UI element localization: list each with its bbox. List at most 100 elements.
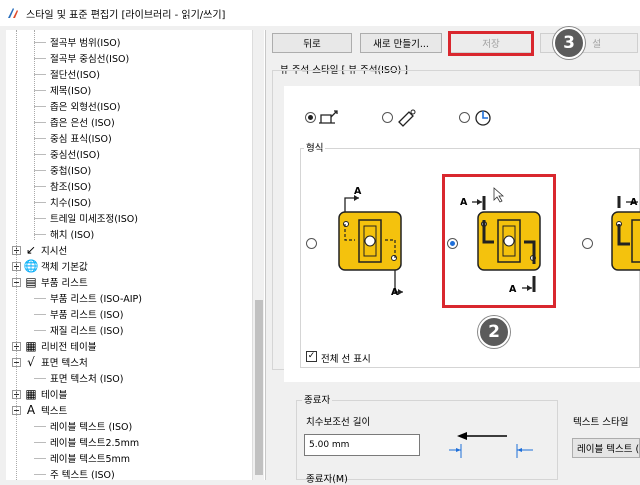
tree-item-label: 주 텍스트 (ISO)	[50, 470, 115, 480]
highlight-save	[448, 31, 534, 56]
tree-item[interactable]: 좁은 은선 (ISO)	[34, 114, 115, 130]
new-button[interactable]: 새로 만들기...	[360, 33, 442, 53]
tree-item[interactable]: A 텍스트	[12, 402, 67, 418]
tree-scrollbar-thumb[interactable]	[255, 300, 263, 475]
tree-leaf-connector	[34, 89, 46, 91]
cut-label-a-5: A	[630, 197, 638, 208]
tree-item-label: 표면 텍스처	[41, 358, 88, 369]
tree-leaf-connector	[34, 297, 46, 299]
tree-item-label: 재질 리스트 (ISO)	[50, 326, 124, 337]
surface-texture-icon: √	[27, 355, 35, 369]
highlight-format-option	[442, 174, 556, 308]
tree-item[interactable]: 중심선(ISO)	[34, 146, 100, 162]
tree-item-label: 객체 기본값	[41, 262, 88, 273]
tree-leaf-connector	[34, 425, 46, 427]
extension-line-preview-icon	[449, 432, 533, 458]
tree-item-label: 테이블	[41, 390, 68, 401]
tree-item[interactable]: √ 표면 텍스처	[12, 354, 88, 370]
tree-item[interactable]: 중심 표식(ISO)	[34, 130, 112, 146]
tree-leaf-connector	[34, 377, 46, 379]
tree-item-label: 중심선(ISO)	[50, 150, 100, 161]
tree-item-label: 부품 리스트 (ISO)	[50, 310, 124, 321]
tree-item-label: 치수(ISO)	[50, 198, 92, 209]
cut-label-a-2: A	[391, 287, 399, 298]
tree-item[interactable]: 좁은 외형선(ISO)	[34, 98, 120, 114]
tree-leaf-connector	[34, 153, 46, 155]
tree-leaf-connector	[34, 73, 46, 75]
tree-item-label: 부품 리스트	[41, 278, 88, 289]
tree-item[interactable]: 레이블 텍스트2.5mm	[34, 434, 139, 450]
tree-item[interactable]: ▦ 리비전 테이블	[12, 338, 96, 354]
tree-item-label: 레이블 텍스트 (ISO)	[50, 422, 133, 433]
tree-item-label: 표면 텍스처 (ISO)	[50, 374, 124, 385]
tree-item-label: 좁은 외형선(ISO)	[50, 102, 121, 113]
tree-item-label: 절곡부 중심선(ISO)	[50, 54, 130, 65]
tree-item-label: 리비전 테이블	[41, 342, 97, 353]
tree-leaf-connector	[34, 441, 46, 443]
tree-item[interactable]: 표면 텍스처 (ISO)	[34, 370, 123, 386]
tree-item[interactable]: 절단선(ISO)	[34, 66, 100, 82]
ext-line-length-input[interactable]: 5.00 mm	[304, 434, 420, 456]
radio-format-1[interactable]	[306, 238, 317, 249]
tree-item[interactable]: 중첩(ISO)	[34, 162, 91, 178]
tree-item[interactable]: 트레일 미세조정(ISO)	[34, 210, 138, 226]
ext-line-length-label: 치수보조선 길이	[306, 417, 371, 428]
tree-item-label: 트레일 미세조정(ISO)	[50, 214, 138, 225]
globe-icon: 🌐	[23, 259, 39, 273]
tree-item[interactable]: ▦ 테이블	[12, 386, 67, 402]
tree-leaf-connector	[34, 169, 46, 171]
text-style-dropdown[interactable]: 레이블 텍스트 (ISO)	[572, 438, 640, 458]
tree-item[interactable]: ↙ 지시선	[12, 242, 67, 258]
tree-item-label: 텍스트	[41, 406, 68, 417]
radio-format-3[interactable]	[582, 238, 593, 249]
tree-leaf-connector	[34, 121, 46, 123]
tree-leaf-connector	[34, 233, 46, 235]
tree-guide-line	[16, 30, 17, 480]
format-option-1-diagram	[338, 195, 403, 295]
style-tree[interactable]: 절곡부 범위(ISO) 절곡부 중심선(ISO) 절단선(ISO) 제목(ISO) 좁은…	[6, 30, 266, 480]
tree-leaf-connector	[34, 201, 46, 203]
tree-item[interactable]: 레이블 텍스트 (ISO)	[34, 418, 132, 434]
text-icon: A	[26, 403, 36, 417]
radio-label-type-3[interactable]	[459, 112, 470, 123]
terminator-section-label: 종료자	[302, 392, 333, 406]
show-all-lines-checkbox[interactable]: ✓	[306, 351, 317, 362]
tree-scrollbar[interactable]	[252, 30, 264, 480]
tree-item[interactable]: 🌐 객체 기본값	[12, 258, 88, 274]
step-badge-3: 3	[553, 27, 585, 59]
tree-item[interactable]: 해치 (ISO)	[34, 226, 94, 242]
tree-item[interactable]: 절곡부 범위(ISO)	[34, 34, 120, 50]
tree-leaf-connector	[34, 185, 46, 187]
view-label-type-2-icon	[398, 109, 416, 127]
revision-table-icon: ▦	[25, 339, 37, 353]
tree-item[interactable]: 참조(ISO)	[34, 178, 91, 194]
text-style-label: 텍스트 스타일	[573, 417, 629, 428]
tree-item[interactable]: 절곡부 중심선(ISO)	[34, 50, 129, 66]
tree-item-label: 참조(ISO)	[50, 182, 92, 193]
tree-item-label: 해치 (ISO)	[50, 230, 95, 241]
tree-item[interactable]: 부품 리스트 (ISO)	[34, 306, 123, 322]
tree-item-label: 좁은 은선 (ISO)	[50, 118, 115, 129]
tree-item[interactable]: 제목(ISO)	[34, 82, 91, 98]
tree-item[interactable]: 부품 리스트 (ISO-AIP)	[34, 290, 142, 306]
back-button[interactable]: 뒤로	[272, 33, 352, 53]
step-badge-2: 2	[478, 316, 510, 348]
radio-label-type-1[interactable]	[305, 112, 316, 123]
tree-item[interactable]: 주 텍스트 (ISO)	[34, 466, 115, 480]
tree-leaf-connector	[34, 329, 46, 331]
tree-item[interactable]: ▤ 부품 리스트	[12, 274, 88, 290]
tree-item-label: 절단선(ISO)	[50, 70, 100, 81]
window-title: 스타일 및 표준 편집기 [라이브러리 - 읽기/쓰기]	[26, 9, 226, 21]
tree-guide-line	[34, 30, 35, 240]
tree-leaf-connector	[34, 473, 46, 475]
tree-item[interactable]: 레이블 텍스트5mm	[34, 450, 130, 466]
radio-label-type-2[interactable]	[382, 112, 393, 123]
view-label-type-3-icon	[475, 110, 491, 126]
tree-item[interactable]: 치수(ISO)	[34, 194, 91, 210]
app-icon	[8, 8, 18, 18]
tree-item[interactable]: 재질 리스트 (ISO)	[34, 322, 123, 338]
tree-leaf-connector	[34, 105, 46, 107]
tree-leaf-connector	[34, 57, 46, 59]
tree-leaf-connector	[34, 137, 46, 139]
tree-leaf-connector	[34, 41, 46, 43]
